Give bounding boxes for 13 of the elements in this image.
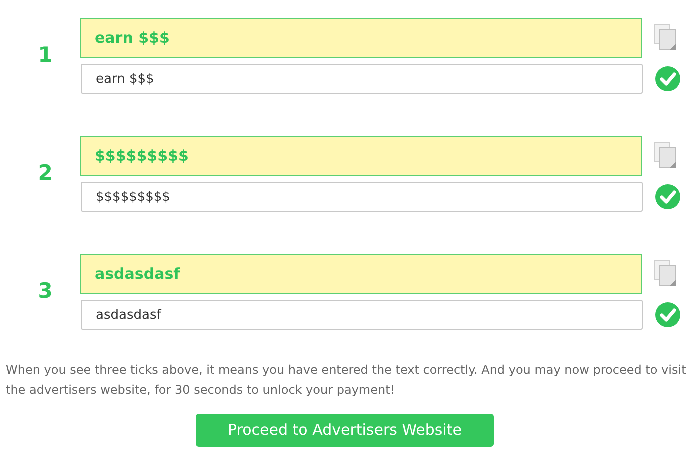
captcha-number: 1 — [38, 42, 53, 70]
captcha-number: 3 — [38, 278, 53, 306]
copy-icon[interactable] — [654, 24, 678, 52]
captcha-text: asdasdasf — [80, 254, 642, 294]
captcha-number: 2 — [38, 160, 53, 188]
instructions-text: When you see three ticks above, it means you have entered the text correctly. And you may now proceed to visit the advertisers website, for 30 seconds to unlock your payment! — [5, 362, 688, 399]
copy-icon[interactable] — [654, 260, 678, 288]
answer-field[interactable]: earn $$$ — [81, 64, 643, 94]
captcha-text: $$$$$$$$$ — [80, 136, 642, 176]
answer-field[interactable]: asdasdasf — [81, 300, 643, 330]
answer-field[interactable]: $$$$$$$$$ — [81, 182, 643, 212]
copy-icon[interactable] — [654, 142, 678, 170]
captcha-text: earn $$$ — [80, 18, 642, 58]
